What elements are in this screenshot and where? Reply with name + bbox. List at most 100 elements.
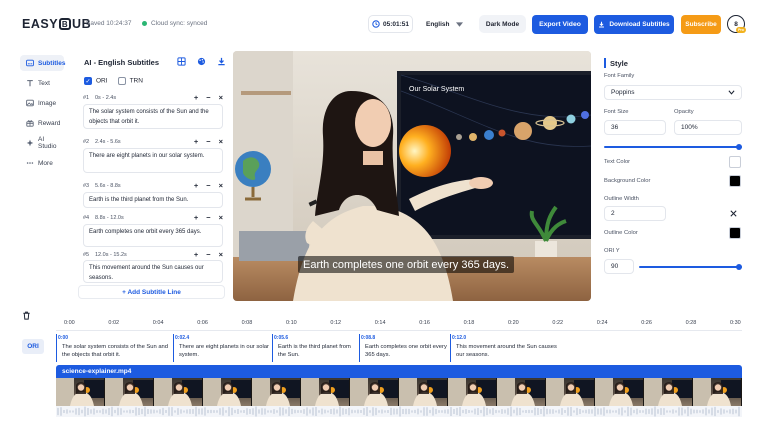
close-icon[interactable]: ×: [219, 137, 223, 146]
line-time: 5.6s - 8.8s: [95, 182, 121, 189]
subtitle-line-header: #4 8.8s - 12.0s + − ×: [83, 213, 223, 222]
saved-status: Saved 10:24:37: [86, 20, 132, 27]
close-icon[interactable]: ×: [219, 93, 223, 102]
download-subtitles-button[interactable]: Download Subtitles: [594, 15, 674, 34]
close-icon[interactable]: ×: [219, 213, 223, 222]
ori-y-slider[interactable]: [639, 264, 742, 270]
font-family-select[interactable]: Poppins: [604, 85, 742, 100]
subtitle-line-text[interactable]: Earth completes one orbit every 365 days…: [83, 224, 223, 247]
segment-time: 0:00: [58, 335, 69, 341]
video-thumbnail: [301, 378, 350, 406]
subtitle-line-header: #2 2.4s - 5.6s + − ×: [83, 137, 223, 146]
outline-color-swatch[interactable]: [729, 227, 741, 239]
timeline-tick-label: 0:10: [286, 320, 297, 326]
font-family-label: Font Family: [604, 73, 635, 79]
timeline-segment[interactable]: 0:05.6 Earth is the third planet from th…: [272, 334, 358, 362]
segment-time: 0:08.8: [361, 335, 376, 341]
grid-view-icon[interactable]: [177, 57, 186, 66]
nav-item-reward[interactable]: Reward: [20, 115, 64, 131]
nav-item-ai-studio[interactable]: AI Studio: [20, 135, 64, 151]
video-thumbnail: [644, 378, 693, 406]
panel-toolbar: [177, 57, 226, 66]
subtitle-line-header: #3 5.6s - 8.8s + − ×: [83, 181, 223, 190]
image-icon: [26, 99, 34, 107]
line-number: #4: [83, 214, 90, 221]
timeline-segment[interactable]: 0:02.4 There are eight planets in our so…: [173, 334, 271, 362]
timeline-segment[interactable]: 0:08.8 Earth completes one orbit every 3…: [359, 334, 449, 362]
ori-y-input[interactable]: 90: [604, 259, 634, 274]
plus-icon[interactable]: +: [194, 93, 198, 102]
timer-button[interactable]: 05:01:51: [368, 15, 413, 33]
timeline-segment[interactable]: 0:00 The solar system consists of the Su…: [56, 334, 172, 362]
video-thumbnail: [497, 378, 546, 406]
trash-icon[interactable]: [22, 311, 31, 320]
close-icon[interactable]: ×: [219, 181, 223, 190]
app-logo[interactable]: EASY B UB: [22, 17, 91, 31]
export-video-button[interactable]: Export Video: [532, 15, 588, 34]
subtitle-line-text[interactable]: This movement around the Sun causes our …: [83, 260, 223, 283]
timeline-tick-label: 0:20: [508, 320, 519, 326]
opacity-slider-knob[interactable]: [736, 144, 742, 150]
language-select[interactable]: English: [426, 15, 464, 33]
video-caption-overlay: Earth completes one orbit every 365 days…: [298, 256, 515, 273]
opacity-input[interactable]: 100%: [674, 120, 742, 135]
plus-icon[interactable]: +: [194, 213, 198, 222]
video-thumbnail: [154, 378, 203, 406]
close-icon[interactable]: [729, 209, 738, 218]
timeline-segment[interactable]: 0:12.0 This movement around the Sun caus…: [450, 334, 560, 362]
minus-icon[interactable]: −: [206, 250, 210, 259]
waveform-graphic: [57, 406, 740, 417]
ori-track-label[interactable]: ORI: [22, 339, 44, 354]
ori-checkbox[interactable]: ✓ ORI: [84, 77, 108, 85]
minus-icon[interactable]: −: [206, 137, 210, 146]
video-thumbnail: [56, 378, 105, 406]
checkbox-empty-icon: [117, 77, 126, 85]
opacity-slider[interactable]: [604, 144, 742, 150]
video-track-name: science-explainer.mp4: [62, 368, 132, 375]
download-icon[interactable]: [217, 57, 226, 66]
screen-title: Our Solar System: [409, 86, 464, 93]
nav-label: AI Studio: [38, 136, 57, 150]
reward-icon: [26, 119, 34, 127]
nav-item-more[interactable]: More: [20, 155, 64, 171]
timeline-tick-label: 0:18: [463, 320, 475, 326]
timeline-tick-label: 0:30: [730, 320, 741, 326]
timeline-ruler-line: [56, 330, 742, 331]
video-thumbnails: [56, 378, 742, 406]
font-family-value: Poppins: [611, 89, 635, 96]
add-subtitle-line-button[interactable]: + Add Subtitle Line: [78, 285, 225, 299]
minus-icon[interactable]: −: [206, 213, 210, 222]
chevron-down-icon: [456, 21, 464, 27]
sync-dot-icon: [142, 21, 147, 26]
nav-label: Subtitles: [38, 59, 66, 67]
nav-item-text[interactable]: Text: [20, 75, 64, 91]
plus-icon[interactable]: +: [194, 137, 198, 146]
plus-icon[interactable]: +: [194, 250, 198, 259]
nav-item-image[interactable]: Image: [20, 95, 64, 111]
more-icon: [26, 159, 34, 167]
outline-width-label: Outline Width: [604, 196, 639, 202]
timeline-tick-label: 0:24: [596, 320, 608, 326]
background-color-swatch[interactable]: [729, 175, 741, 187]
palette-icon[interactable]: [197, 57, 206, 66]
timeline-tick-label: 0:22: [552, 320, 564, 326]
sync-status: Cloud sync: synced: [142, 20, 207, 27]
minus-icon[interactable]: −: [206, 181, 210, 190]
line-number: #1: [83, 94, 90, 101]
ori-y-slider-knob[interactable]: [736, 264, 742, 270]
subtitle-line-text[interactable]: The solar system consists of the Sun and…: [83, 104, 223, 129]
subscribe-button[interactable]: Subscribe: [681, 15, 721, 34]
subtitle-line-text[interactable]: There are eight planets in our solar sys…: [83, 148, 223, 173]
trn-checkbox[interactable]: TRN: [117, 77, 143, 85]
text-color-swatch[interactable]: [729, 156, 741, 168]
dark-mode-button[interactable]: Dark Mode: [479, 15, 526, 33]
segment-time: 0:05.6: [274, 335, 289, 341]
minus-icon[interactable]: −: [206, 93, 210, 102]
close-icon[interactable]: ×: [219, 250, 223, 259]
subtitle-line-text[interactable]: Earth is the third planet from the Sun.: [83, 192, 223, 208]
plus-icon[interactable]: +: [194, 181, 198, 190]
nav-item-subtitles[interactable]: Subtitles: [20, 55, 66, 71]
font-size-input[interactable]: 36: [604, 120, 666, 135]
segment-time: 0:02.4: [175, 335, 190, 341]
outline-width-input[interactable]: 2: [604, 206, 666, 221]
